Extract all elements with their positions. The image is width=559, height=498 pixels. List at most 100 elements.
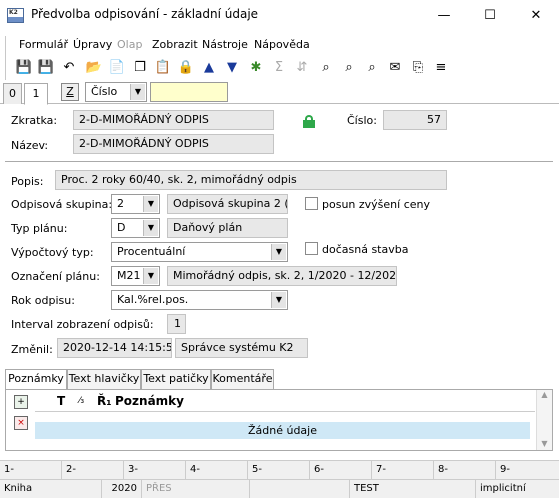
menu-bar: Formulář Úpravy Olap Zobrazit Nástroje N… <box>5 36 553 56</box>
nazev-field[interactable]: 2-D-MIMOŘÁDNÝ ODPIS <box>73 134 274 154</box>
new-document-icon[interactable]: 📄 <box>108 59 126 77</box>
vypoctovy-typ-select[interactable]: Procentuální ▼ <box>111 242 288 262</box>
fkey-3[interactable]: 3- <box>124 461 186 479</box>
sort-icon[interactable]: ⇵ <box>293 59 311 77</box>
tab-komentare[interactable]: Komentáře <box>211 369 274 389</box>
status-test: TEST <box>350 480 476 498</box>
sort-select[interactable]: Číslo ▼ <box>85 82 147 102</box>
lock-icon[interactable]: 🔒 <box>177 59 195 77</box>
save-icon[interactable]: 💾 <box>15 59 33 77</box>
add-note-icon[interactable]: + <box>14 395 28 409</box>
search-settings-icon[interactable]: ⌕ <box>363 59 381 77</box>
rok-odpisu-select[interactable]: Kal.%rel.pos. ▼ <box>111 290 288 310</box>
col-poznamky[interactable]: Poznámky <box>115 390 184 412</box>
function-key-bar: 1- 2- 3- 4- 5- 6- 7- 8- 9- <box>0 460 559 479</box>
interval-field[interactable]: 1 <box>167 314 186 334</box>
zmenil-date: 2020-12-14 14:15:59 <box>57 338 172 358</box>
typ-planu-label: Typ plánu: <box>11 222 68 235</box>
close-button[interactable]: ✕ <box>513 0 559 31</box>
status-pres: PŘES <box>142 480 250 498</box>
odpisova-skupina-select[interactable]: 2 ▼ <box>111 194 160 214</box>
odpisova-skupina-desc: Odpisová skupina 2 (5 le <box>167 194 288 214</box>
fkey-1[interactable]: 1- <box>0 461 62 479</box>
status-empty <box>250 480 350 498</box>
status-year: 2020 <box>102 480 142 498</box>
minimize-button[interactable]: — <box>421 0 467 31</box>
status-mode: implicitní <box>480 483 526 494</box>
filter-icon[interactable]: ✱ <box>247 59 265 77</box>
fkey-4[interactable]: 4- <box>186 461 248 479</box>
nazev-label: Název: <box>11 139 49 152</box>
app-icon: K2 <box>7 8 24 23</box>
tab-0[interactable]: 0 <box>3 83 22 104</box>
rok-odpisu-label: Rok odpisu: <box>11 294 75 307</box>
chevron-down-icon: ▼ <box>143 268 158 284</box>
tab-poznamky[interactable]: Poznámky <box>5 369 67 390</box>
scroll-down-icon[interactable]: ▼ <box>537 439 552 448</box>
tab-text-paticky[interactable]: Text patičky <box>141 369 211 389</box>
fkey-8[interactable]: 8- <box>434 461 496 479</box>
grid-scrollbar[interactable]: ▲ ▼ <box>536 390 552 450</box>
maximize-button[interactable]: ☐ <box>467 0 513 31</box>
tab-1[interactable]: 1 <box>24 83 48 105</box>
menu-formular[interactable]: Formulář <box>19 38 68 51</box>
menu-nastroje[interactable]: Nástroje <box>202 38 248 51</box>
interval-label: Interval zobrazení odpisů: <box>11 318 154 331</box>
scroll-up-icon[interactable]: ▲ <box>537 390 552 399</box>
zkratka-field[interactable]: 2-D-MIMOŘÁDNÝ ODPIS <box>73 110 274 130</box>
undo-icon[interactable]: ↶ <box>60 59 78 77</box>
col-t[interactable]: T <box>57 390 65 412</box>
zmenil-user: Správce systému K2 <box>175 338 308 358</box>
posun-checkbox[interactable] <box>305 197 318 210</box>
find-icon[interactable]: ⌕ <box>317 59 335 77</box>
col-r[interactable]: Ř₁ <box>97 390 112 412</box>
clipboard-icon[interactable]: 📋 <box>154 59 172 77</box>
cislo-label: Číslo: <box>347 114 377 127</box>
vypoctovy-typ-label: Výpočtový typ: <box>11 246 94 259</box>
cislo-field[interactable]: 57 <box>383 110 447 130</box>
fkey-7[interactable]: 7- <box>372 461 434 479</box>
search-input[interactable] <box>150 82 228 102</box>
save-as-icon[interactable]: 💾 <box>37 59 55 77</box>
menu-olap[interactable]: Olap <box>117 38 142 51</box>
odpisova-skupina-label: Odpisová skupina: <box>11 198 113 211</box>
fkey-9[interactable]: 9- <box>496 461 559 479</box>
chevron-down-icon: ▼ <box>271 292 286 308</box>
menu-icon[interactable]: ≡ <box>432 59 450 77</box>
card-icon[interactable]: ⎘ <box>409 59 427 77</box>
lock-icon <box>303 115 315 128</box>
tab-text-hlavicky[interactable]: Text hlavičky <box>67 369 141 389</box>
posun-label: posun zvýšení ceny <box>322 198 430 211</box>
next-record-icon[interactable]: ▼ <box>223 59 241 77</box>
copy-icon[interactable]: ❐ <box>131 59 149 77</box>
col-sort[interactable]: ⁄₃ <box>79 390 84 412</box>
chevron-down-icon: ▼ <box>130 84 145 100</box>
delete-note-icon[interactable]: × <box>14 416 28 430</box>
popis-label: Popis: <box>11 175 44 188</box>
popis-field[interactable]: Proc. 2 roky 60/40, sk. 2, mimořádný odp… <box>55 170 447 190</box>
typ-planu-select[interactable]: D ▼ <box>111 218 160 238</box>
fkey-5[interactable]: 5- <box>248 461 310 479</box>
open-folder-icon[interactable]: 📂 <box>85 59 103 77</box>
zkratka-label: Zkratka: <box>11 114 58 127</box>
z-button[interactable]: Z <box>61 83 79 101</box>
window-title: Předvolba odpisování - základní údaje <box>31 7 259 21</box>
menu-upravy[interactable]: Úpravy <box>73 38 112 51</box>
status-kniha: Kniha <box>0 480 102 498</box>
docasna-label: dočasná stavba <box>322 243 409 256</box>
fkey-6[interactable]: 6- <box>310 461 372 479</box>
oznaceni-planu-select[interactable]: M21 ▼ <box>111 266 160 286</box>
sum-icon[interactable]: Σ <box>270 59 288 77</box>
toolbar: 💾 💾 ↶ 📂 📄 ❐ 📋 🔒 ▲ ▼ ✱ Σ ⇵ ⌕ ⌕ ⌕ ✉ ⎘ ≡ <box>5 56 553 80</box>
menu-zobrazit[interactable]: Zobrazit <box>152 38 198 51</box>
menu-napoveda[interactable]: Nápověda <box>254 38 310 51</box>
title-bar: K2 Předvolba odpisování - základní údaje… <box>0 0 559 31</box>
oznaceni-planu-desc: Mimořádný odpis, sk. 2, 1/2020 - 12/2021 <box>167 266 397 286</box>
find-next-icon[interactable]: ⌕ <box>340 59 358 77</box>
mail-icon[interactable]: ✉ <box>386 59 404 77</box>
previous-record-icon[interactable]: ▲ <box>200 59 218 77</box>
docasna-checkbox[interactable] <box>305 242 318 255</box>
chevron-down-icon: ▼ <box>143 196 158 212</box>
fkey-2[interactable]: 2- <box>62 461 124 479</box>
empty-row: Žádné údaje <box>35 422 530 439</box>
